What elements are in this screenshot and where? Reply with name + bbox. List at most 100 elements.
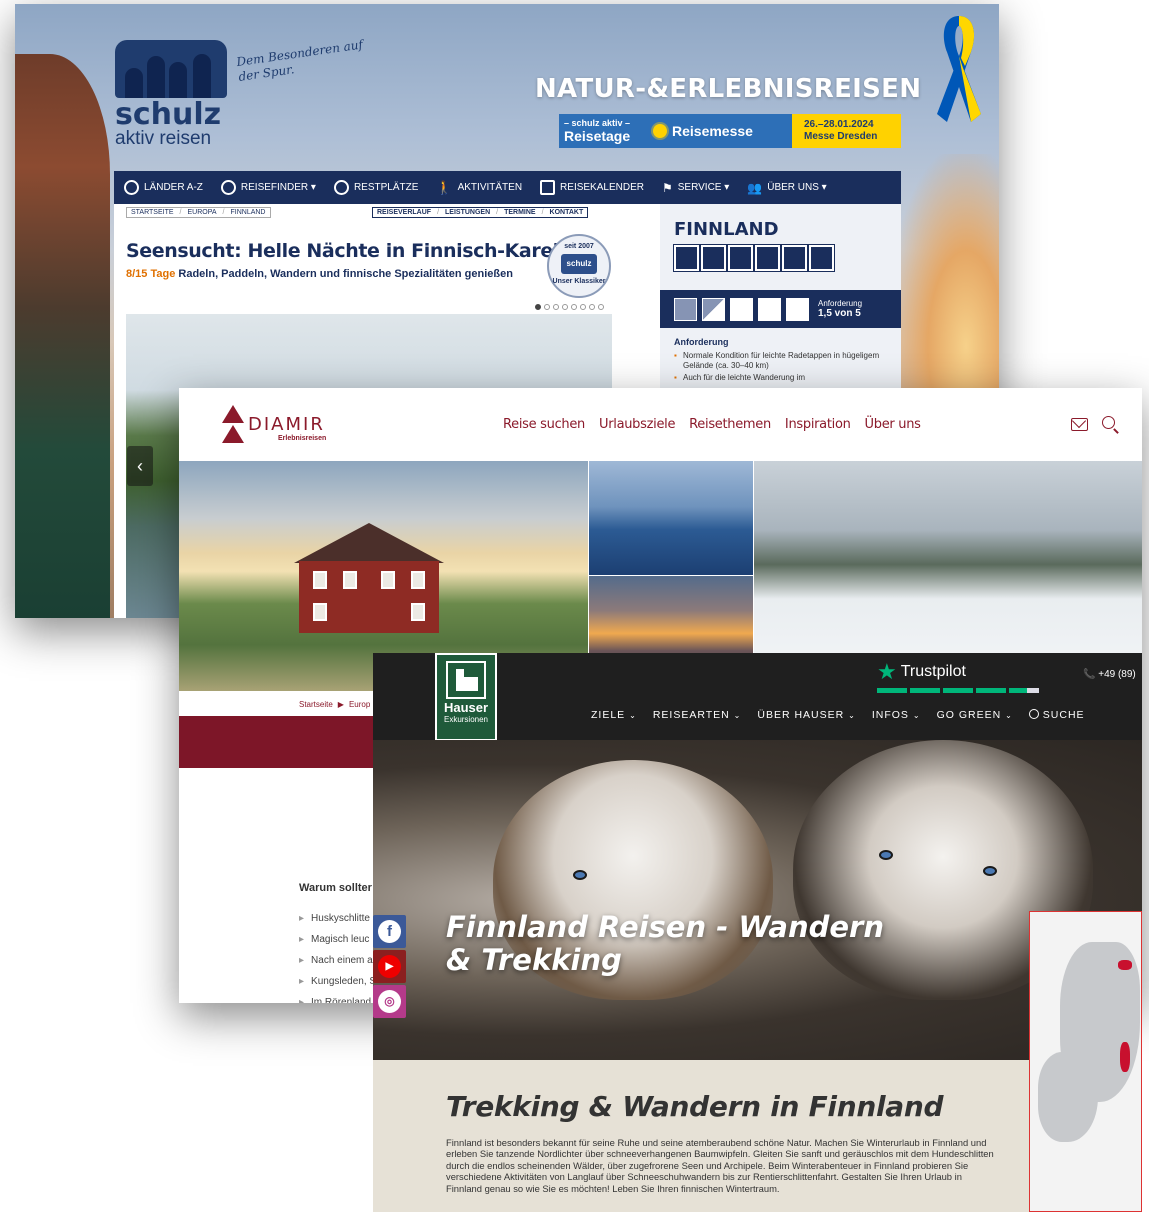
breadcrumb-item[interactable]: Startseite (299, 700, 333, 709)
reisemesse-banner[interactable]: – schulz aktiv – Reisetage Reisemesse 26… (559, 114, 901, 148)
reisemesse-label: Reisemesse (672, 123, 753, 139)
difficulty-label-block: Anforderung 1,5 von 5 (818, 299, 862, 319)
nav-label: AKTIVITÄTEN (457, 182, 523, 193)
list-item: Auch für die leichte Wanderung im (674, 373, 888, 383)
difficulty-label: Anforderung (818, 299, 863, 308)
search-button[interactable]: SUCHE (1028, 709, 1085, 721)
phone-icon: 📞 (1083, 669, 1096, 680)
difficulty-box (758, 297, 781, 321)
slider-dot[interactable] (553, 304, 559, 310)
tab-termine[interactable]: TERMINE (504, 209, 536, 216)
schulz-logo[interactable]: schulz aktiv reisen (115, 40, 230, 148)
nav-restplaetze[interactable]: RESTPLÄTZE (333, 180, 418, 195)
nav-reise-suchen[interactable]: Reise suchen (503, 417, 585, 432)
mail-icon[interactable] (1071, 418, 1088, 431)
slider-dot[interactable] (571, 304, 577, 310)
badge-bottom: Unser Klassiker (552, 278, 606, 285)
schulz-logo-subtitle: aktiv reisen (115, 128, 212, 149)
search-icon[interactable] (1102, 416, 1115, 429)
diamir-logo-subtitle: Erlebnisreisen (278, 435, 327, 442)
slider-dot[interactable] (544, 304, 550, 310)
signpost-icon: ⚑ (661, 180, 673, 195)
schulz-logo-art (115, 40, 227, 98)
youtube-icon[interactable]: ▶ (373, 950, 406, 983)
trustpilot-star-segment (910, 688, 940, 693)
slider-prev-button[interactable]: ‹ (127, 446, 153, 486)
trustpilot-widget[interactable]: ★ Trustpilot (877, 659, 966, 684)
slider-dot[interactable] (589, 304, 595, 310)
reasons-list: Huskyschlitte Magisch leuc Nach einem a … (299, 908, 376, 1003)
breadcrumb-item[interactable]: STARTSEITE (131, 209, 174, 216)
hauser-website-screenshot: Hauser Exkursionen ★ Trustpilot 📞 +49 (8… (373, 653, 1142, 1212)
husky-puppies-hero (373, 740, 1142, 1060)
finland-map[interactable] (1029, 911, 1142, 1212)
facebook-icon[interactable]: f (373, 915, 406, 948)
nav-label: REISEKALENDER (560, 182, 644, 193)
nav-reisethemen[interactable]: Reisethemen (689, 417, 771, 432)
diamir-logo-name: DIAMIR (248, 414, 325, 435)
tab-reiseverlauf[interactable]: REISEVERLAUF (377, 209, 431, 216)
list-item: Im Rörenland (299, 992, 376, 1003)
hauser-logo[interactable]: Hauser Exkursionen (435, 653, 497, 741)
nav-go-green[interactable]: GO GREEN ⌄ (937, 709, 1013, 721)
nav-ueber-uns[interactable]: 👥 ÜBER UNS ▾ (747, 181, 826, 195)
trustpilot-star-icon: ★ (877, 659, 897, 684)
hauser-header: Hauser Exkursionen ★ Trustpilot 📞 +49 (8… (373, 653, 1142, 741)
requirements-list: Normale Kondition für leichte Radetappen… (674, 351, 888, 385)
schulz-main-nav: LÄNDER A-Z REISEFINDER ▾ RESTPLÄTZE 🚶 AKT… (114, 171, 901, 204)
why-heading: Warum sollter (299, 882, 372, 894)
canoe-icon (754, 244, 781, 272)
slider-dot[interactable] (535, 304, 541, 310)
hauser-logo-name: Hauser (443, 700, 489, 715)
nav-inspiration[interactable]: Inspiration (785, 417, 851, 432)
section-heading: Trekking & Wandern in Finnland (446, 1090, 944, 1123)
diamir-logo[interactable]: DIAMIR Erlebnisreisen (222, 405, 326, 445)
nav-infos[interactable]: INFOS ⌄ (872, 709, 921, 721)
diamir-logo-mark (222, 405, 244, 445)
hauser-logo-mark (446, 661, 486, 699)
difficulty-box (674, 297, 697, 321)
house-shape (284, 523, 454, 633)
nav-ueber-uns[interactable]: Über uns (865, 417, 921, 432)
trustpilot-star-segment (877, 688, 907, 693)
tab-leistungen[interactable]: LEISTUNGEN (445, 209, 490, 216)
slider-dot[interactable] (580, 304, 586, 310)
slider-dot[interactable] (562, 304, 568, 310)
instagram-icon[interactable]: ◎ (373, 985, 406, 1018)
nav-reisefinder[interactable]: REISEFINDER ▾ (220, 180, 316, 195)
hiker-icon: 🚶 (436, 179, 453, 195)
hauser-main-nav: ZIELE ⌄ REISEARTEN ⌄ ÜBER HAUSER ⌄ INFOS… (591, 709, 1085, 721)
schulz-headline: NATUR-&ERLEBNISREISEN (535, 74, 922, 104)
nav-laender[interactable]: LÄNDER A-Z (124, 180, 203, 195)
difficulty-box (786, 297, 809, 321)
list-item: Nach einem a (299, 950, 376, 971)
slider-dot[interactable] (598, 304, 604, 310)
phone-number[interactable]: 📞 +49 (89) (1083, 669, 1136, 680)
hauser-logo-subtitle: Exkursionen (443, 715, 489, 724)
breadcrumb: STARTSEITE / EUROPA / FINNLAND (126, 207, 271, 218)
ukraine-ribbon-icon (937, 16, 981, 122)
nav-urlaubsziele[interactable]: Urlaubsziele (599, 417, 675, 432)
breadcrumb-item[interactable]: EUROPA (187, 209, 216, 216)
trustpilot-rating-bar (877, 688, 1039, 693)
tab-kontakt[interactable]: KONTAKT (550, 209, 584, 216)
breadcrumb-item[interactable]: Europ (349, 700, 370, 709)
nav-reisekalender[interactable]: REISEKALENDER (540, 180, 644, 195)
schulz-motto: Dem Besonderen auf der Spur. (235, 37, 364, 84)
nav-ziele[interactable]: ZIELE ⌄ (591, 709, 637, 721)
trip-summary: Radeln, Paddeln, Wandern und finnische S… (178, 268, 513, 280)
nav-service[interactable]: ⚑ SERVICE ▾ (662, 181, 729, 195)
cabin-icon (700, 244, 727, 272)
nav-aktivitaeten[interactable]: 🚶 AKTIVITÄTEN (436, 180, 522, 196)
section-body-text: Finnland ist besonders bekannt für seine… (446, 1137, 994, 1194)
globe-icon (124, 180, 139, 195)
difficulty-box (702, 297, 725, 321)
nav-reisearten[interactable]: REISEARTEN ⌄ (653, 709, 742, 721)
nav-label: SERVICE ▾ (677, 182, 730, 193)
nav-ueber-hauser[interactable]: ÜBER HAUSER ⌄ (757, 709, 855, 721)
collage-stage: schulz aktiv reisen Dem Besonderen auf d… (0, 0, 1149, 1212)
breadcrumb-item[interactable]: FINNLAND (230, 209, 265, 216)
phone-text: +49 (89) (1098, 669, 1136, 680)
hiking-icon (727, 244, 754, 272)
messe-date: 26.–28.01.2024 (804, 119, 874, 130)
